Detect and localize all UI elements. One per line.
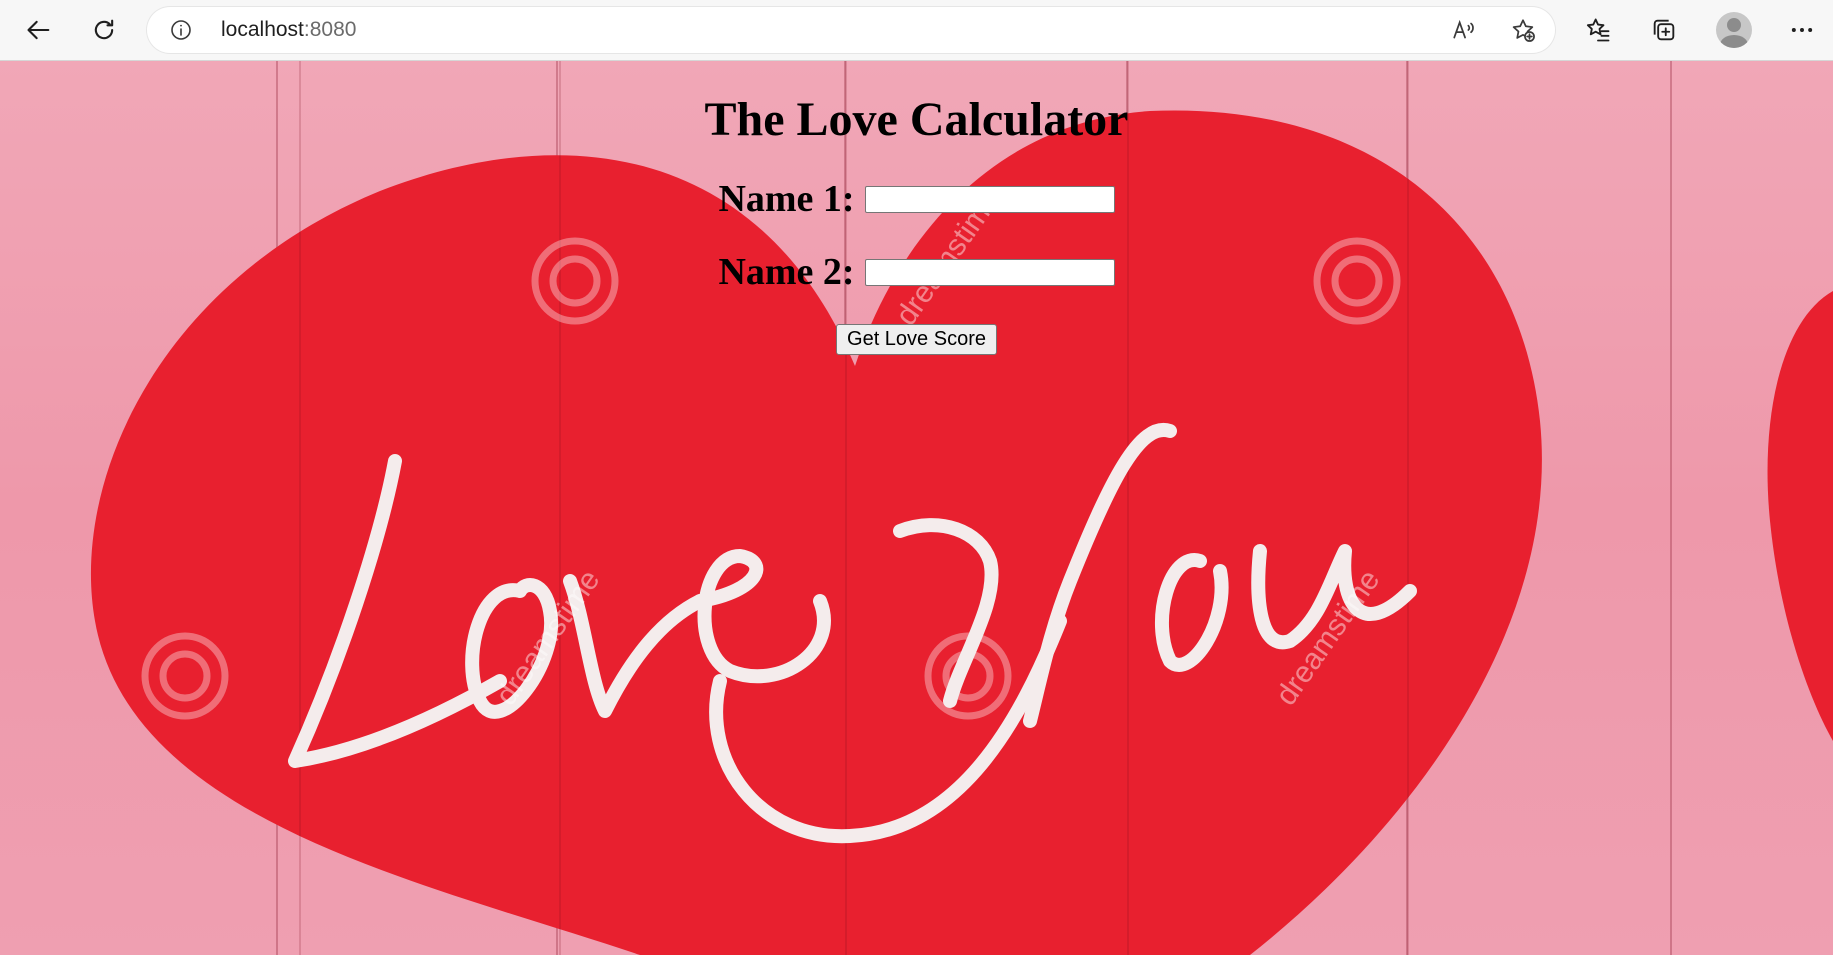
refresh-icon[interactable] — [84, 10, 124, 50]
address-bar[interactable]: localhost:8080 — [147, 7, 1555, 53]
name1-label: Name 1: — [718, 178, 855, 220]
read-aloud-icon[interactable] — [1450, 16, 1478, 44]
edge-heart-shape — [1767, 291, 1833, 741]
more-icon[interactable] — [1782, 10, 1822, 50]
site-info-icon[interactable] — [167, 16, 195, 44]
url-port: :8080 — [303, 18, 357, 41]
name1-row: Name 1: — [0, 177, 1833, 221]
favorites-icon[interactable] — [1578, 10, 1618, 50]
name2-row: Name 2: — [0, 250, 1833, 294]
back-arrow-icon[interactable] — [19, 10, 59, 50]
name2-input[interactable] — [864, 258, 1115, 286]
submit-row: Get Love Score — [0, 324, 1833, 355]
add-favorite-icon[interactable] — [1509, 16, 1537, 44]
get-love-score-button[interactable]: Get Love Score — [836, 324, 997, 355]
profile-avatar[interactable] — [1716, 12, 1752, 48]
browser-toolbar: localhost:8080 — [0, 0, 1833, 61]
page-title: The Love Calculator — [704, 93, 1129, 146]
collections-icon[interactable] — [1644, 10, 1684, 50]
page-viewport: dreamstime dreamstime dreamstime The Lov… — [0, 61, 1833, 955]
name1-input[interactable] — [864, 185, 1115, 213]
name2-label: Name 2: — [718, 251, 855, 293]
url-host: localhost — [221, 18, 304, 41]
url-text[interactable]: localhost:8080 — [221, 18, 356, 42]
